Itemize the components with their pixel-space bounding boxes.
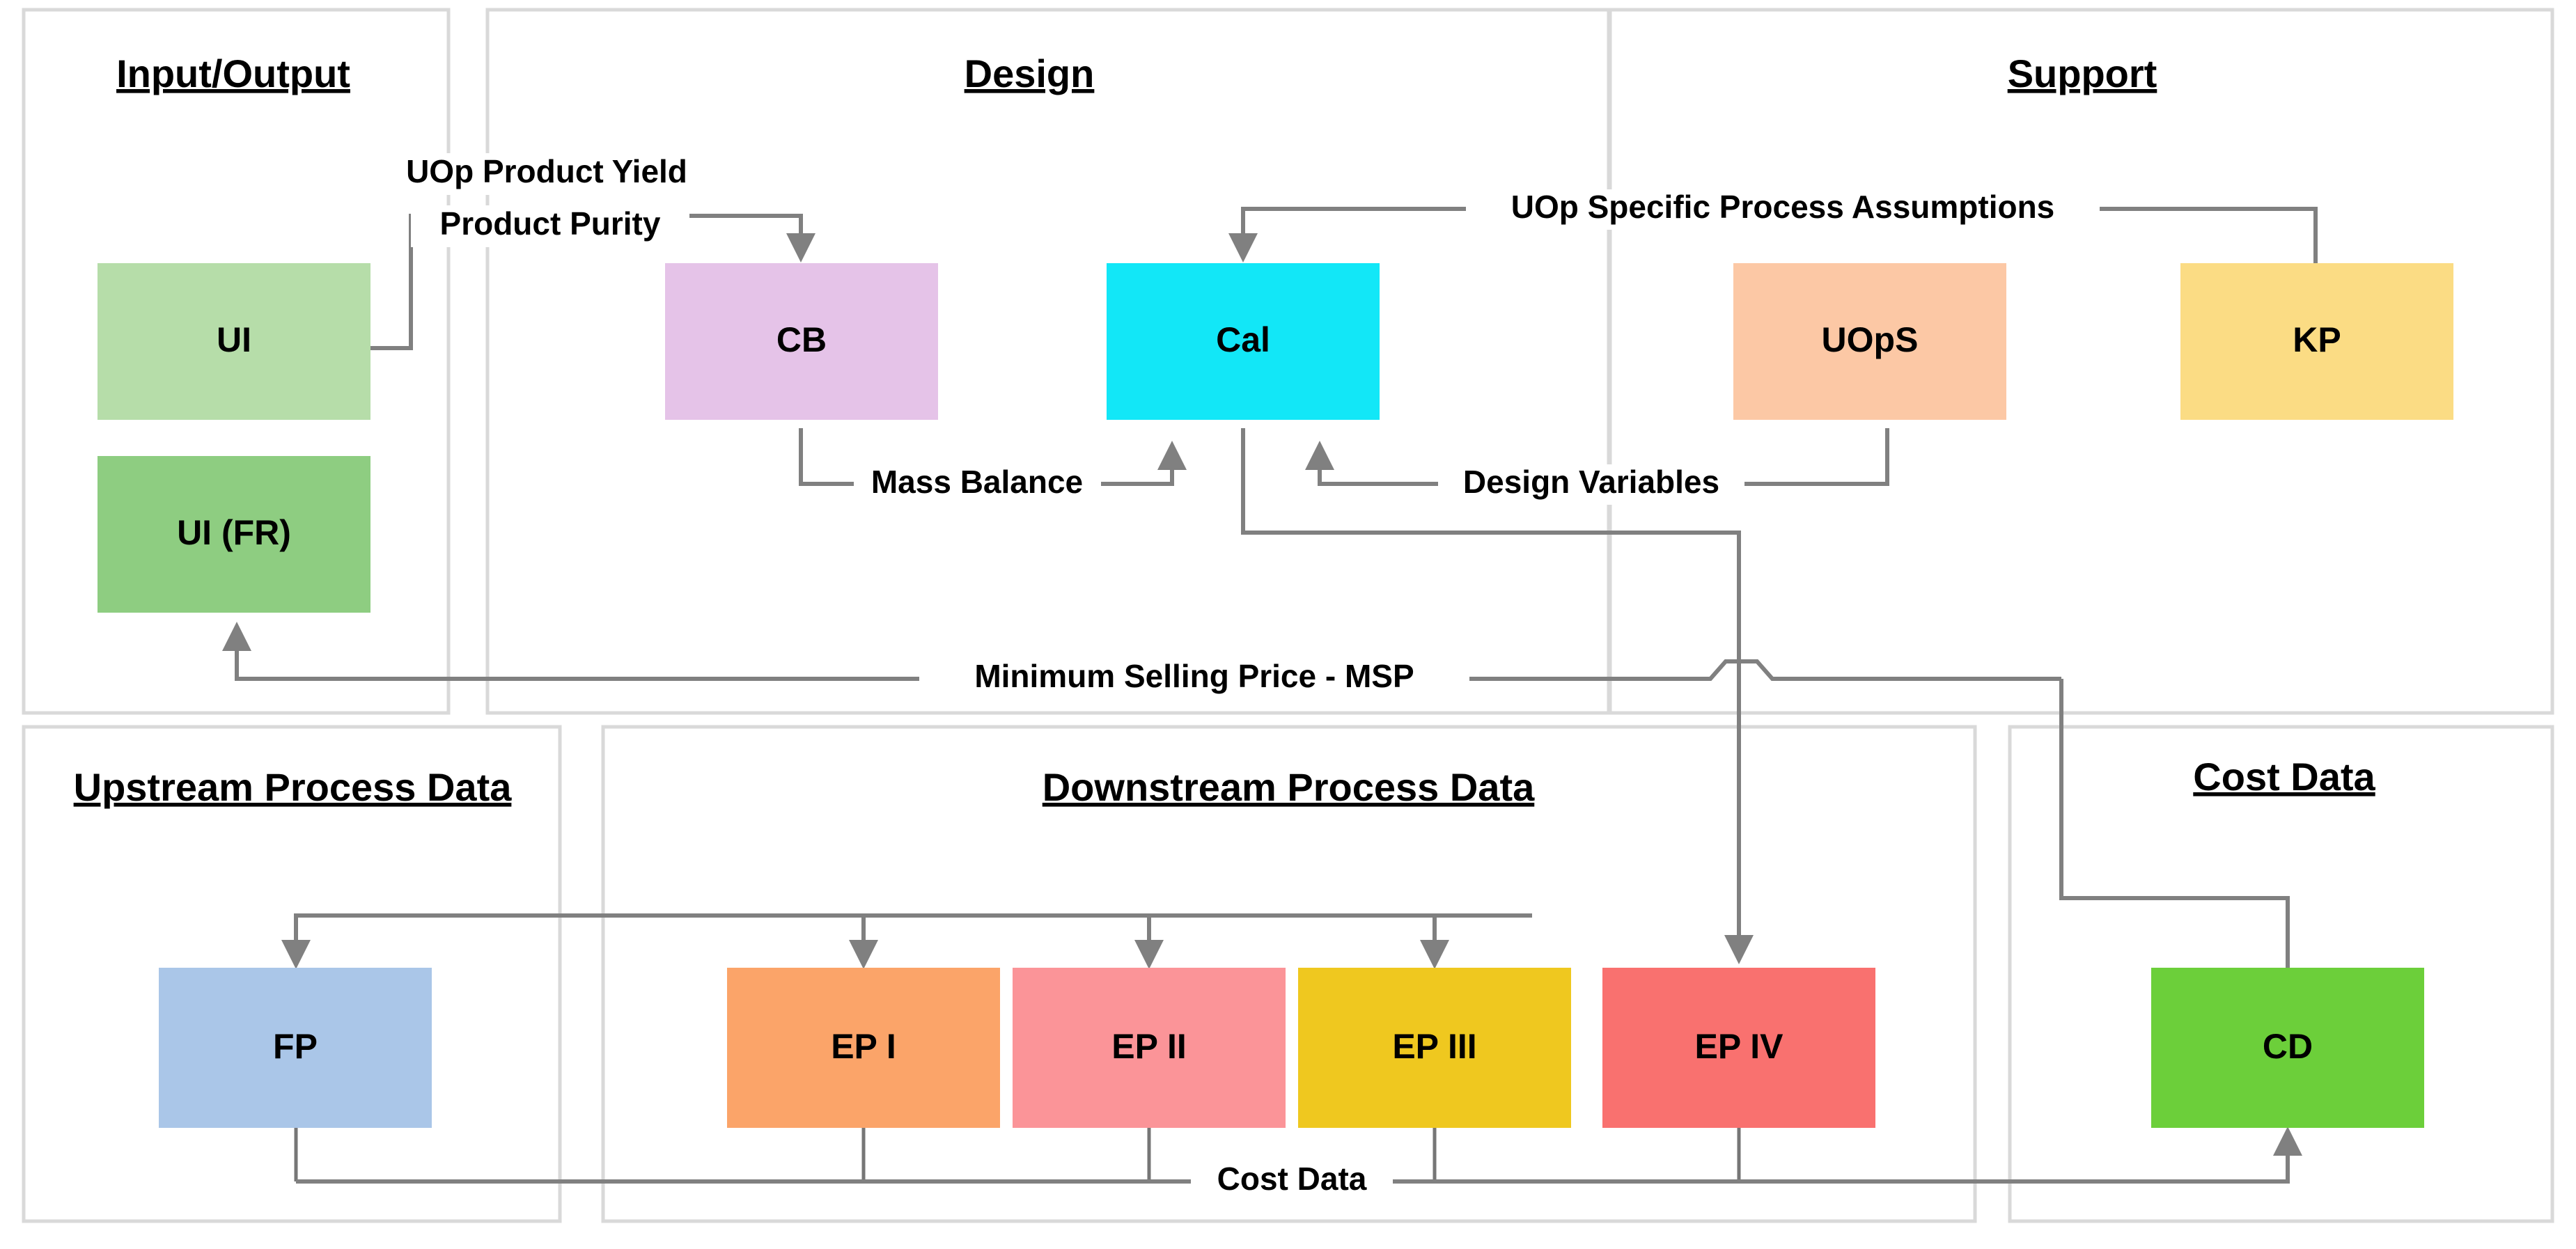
- node-uops[interactable]: UOpS: [1733, 263, 2006, 420]
- node-fp[interactable]: FP: [159, 968, 432, 1128]
- node-ep4[interactable]: EP IV: [1602, 968, 1875, 1128]
- edge-label-cost-data-flow-wrap: Cost Data: [1191, 1161, 1393, 1202]
- panel-title-support: Support: [2008, 52, 2157, 95]
- node-ep2[interactable]: EP II: [1013, 968, 1286, 1128]
- process-flow-diagram: Input/Output Design Support Upstream Pro…: [0, 0, 2576, 1249]
- node-kp[interactable]: KP: [2180, 263, 2453, 420]
- edge-label-product-purity: Product Purity: [440, 205, 661, 242]
- panel-design: [485, 8, 1611, 715]
- node-uops-label: UOpS: [1822, 320, 1919, 359]
- node-ep4-label: EP IV: [1695, 1027, 1784, 1066]
- edge-label-design-variables-wrap: Design Variables: [1438, 464, 1744, 505]
- edge-label-msp-wrap: Minimum Selling Price - MSP: [919, 658, 1469, 699]
- node-ep3-label: EP III: [1392, 1027, 1476, 1066]
- panel-title-cost-data: Cost Data: [2193, 755, 2375, 799]
- edge-label-uop-product-yield: UOp Product Yield: [406, 153, 687, 189]
- node-cal[interactable]: Cal: [1107, 263, 1380, 420]
- node-cal-label: Cal: [1216, 320, 1270, 359]
- node-ep3[interactable]: EP III: [1298, 968, 1571, 1128]
- edge-label-product-purity-wrap: Product Purity: [411, 205, 689, 247]
- node-cb-label: CB: [776, 320, 827, 359]
- panel-title-input-output: Input/Output: [116, 52, 350, 95]
- panel-title-design: Design: [965, 52, 1095, 95]
- node-ui-label: UI: [217, 320, 251, 359]
- node-fp-label: FP: [273, 1027, 318, 1066]
- edge-label-mass-balance-wrap: Mass Balance: [854, 464, 1101, 505]
- node-ep2-label: EP II: [1111, 1027, 1186, 1066]
- edge-label-uop-assumptions: UOp Specific Process Assumptions: [1511, 189, 2055, 225]
- panel-title-downstream-process: Downstream Process Data: [1043, 765, 1535, 809]
- edge-label-cost-data-flow: Cost Data: [1217, 1161, 1367, 1197]
- panel-title-upstream-process: Upstream Process Data: [74, 765, 513, 809]
- edge-label-design-variables: Design Variables: [1463, 464, 1719, 500]
- node-uifr-label: UI (FR): [177, 513, 291, 552]
- edge-label-mass-balance: Mass Balance: [871, 464, 1083, 500]
- node-kp-label: KP: [2293, 320, 2341, 359]
- edge-label-uop-assumptions-wrap: UOp Specific Process Assumptions: [1466, 189, 2100, 230]
- node-cd-label: CD: [2263, 1027, 2313, 1066]
- node-ep1[interactable]: EP I: [727, 968, 1000, 1128]
- node-uifr[interactable]: UI (FR): [97, 456, 370, 613]
- diagram-canvas: Input/Output Design Support Upstream Pro…: [22, 8, 2554, 1223]
- edge-label-msp: Minimum Selling Price - MSP: [974, 658, 1414, 694]
- node-cb[interactable]: CB: [665, 263, 938, 420]
- edge-label-uop-product-yield-wrap: UOp Product Yield: [373, 153, 721, 195]
- node-ui[interactable]: UI: [97, 263, 370, 420]
- node-ep1-label: EP I: [831, 1027, 896, 1066]
- node-cd[interactable]: CD: [2151, 968, 2424, 1128]
